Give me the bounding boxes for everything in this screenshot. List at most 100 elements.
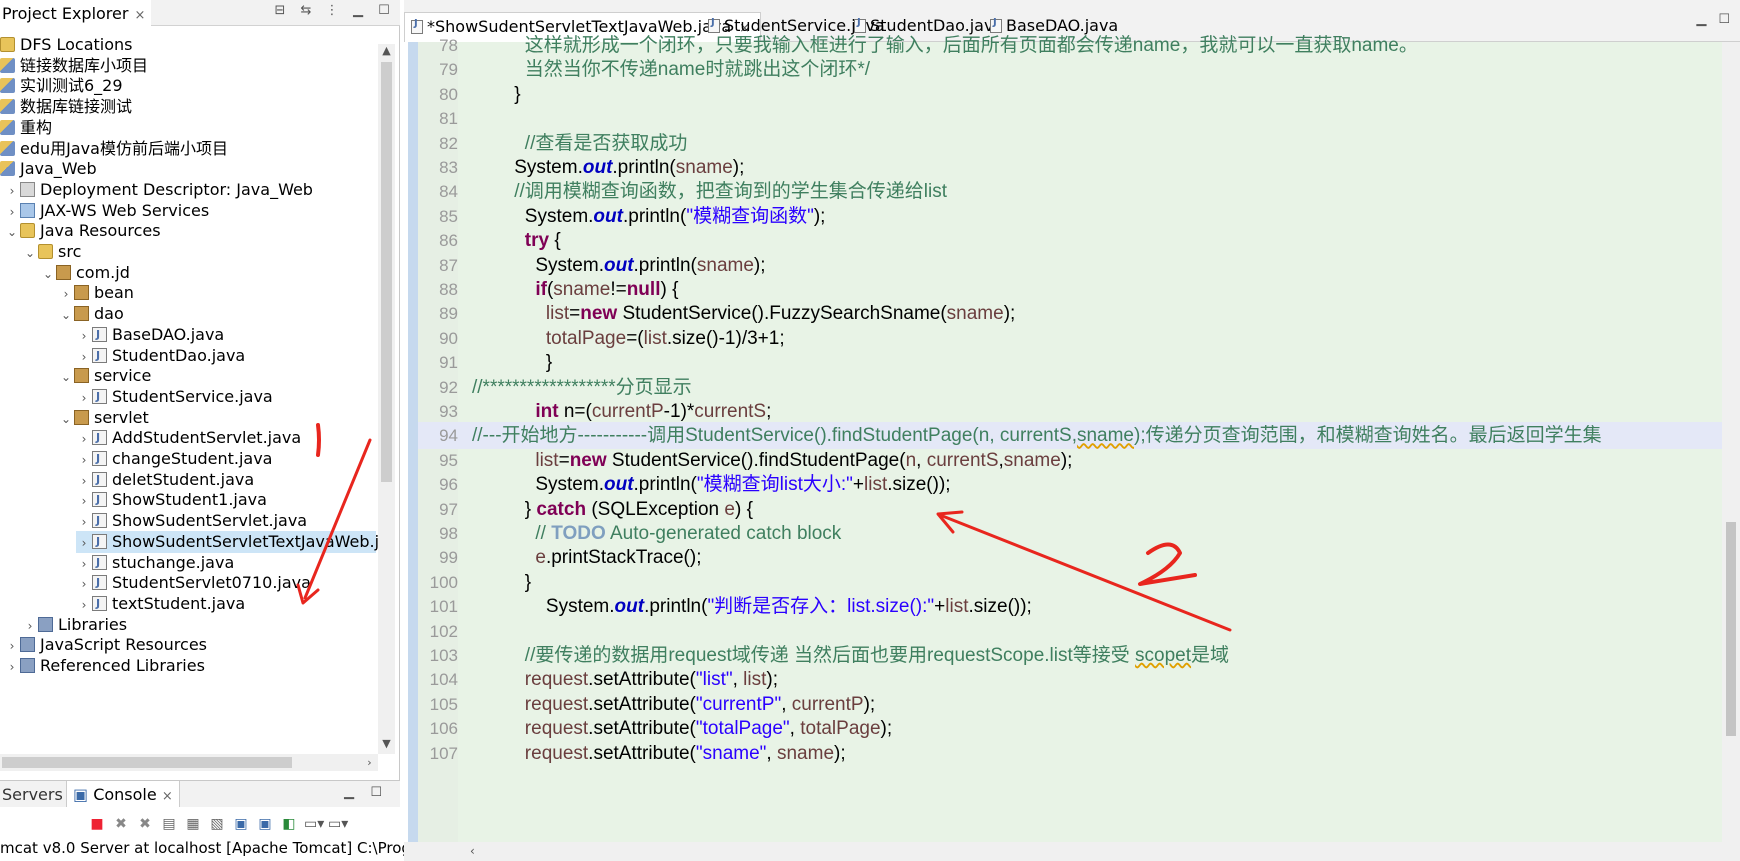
editor-vertical-scrollbar[interactable] <box>1722 42 1740 842</box>
code-line[interactable]: 100 } <box>418 569 1722 596</box>
chevron-right-icon[interactable]: › <box>76 553 92 575</box>
chevron-down-icon[interactable]: ⌄ <box>40 263 56 285</box>
code-line[interactable]: 102 <box>418 618 1722 645</box>
close-icon[interactable]: × <box>134 8 145 23</box>
code-line[interactable]: 93 int n=(currentP-1)*currentS; <box>418 398 1722 425</box>
tree-item[interactable]: edu用Java模仿前后端小项目 <box>0 138 378 160</box>
tree-item[interactable]: 链接数据库小项目 <box>0 55 378 77</box>
tree-item[interactable]: ⌄ servlet <box>58 407 378 429</box>
code-line[interactable]: 98 // TODO Auto-generated catch block <box>418 520 1722 547</box>
scroll-left-icon[interactable]: ‹ <box>470 842 475 861</box>
chevron-right-icon[interactable]: › <box>4 635 20 657</box>
tree-item[interactable]: 重构 <box>0 117 378 139</box>
chevron-right-icon[interactable]: › <box>76 346 92 368</box>
tree-item[interactable]: DFS Locations <box>0 34 378 56</box>
code-line[interactable]: 81 <box>418 105 1722 132</box>
chevron-right-icon[interactable]: › <box>76 511 92 533</box>
tree-item[interactable]: › JavaScript Resources <box>4 634 378 656</box>
terminate-icon[interactable]: ■ <box>88 815 106 833</box>
code-line[interactable]: 95 list=new StudentService().findStudent… <box>418 447 1722 474</box>
tree-item[interactable]: › ShowSudentServletTextJavaWeb.ja <box>76 530 378 554</box>
remove-launch-icon[interactable]: ✖ <box>112 815 130 833</box>
code-line[interactable]: 92 //******************分页显示 <box>418 374 1722 401</box>
chevron-right-icon[interactable]: › <box>76 594 92 616</box>
link-with-editor-icon[interactable]: ⇆ <box>298 3 314 19</box>
open-console-icon[interactable]: ▭▾ <box>328 815 348 833</box>
chevron-right-icon[interactable]: › <box>76 387 92 409</box>
code-line[interactable]: 87 System.out.println(sname); <box>418 252 1722 279</box>
tree-item[interactable]: › StudentService.java <box>76 386 378 408</box>
remove-all-icon[interactable]: ✖ <box>136 815 154 833</box>
code-area[interactable]: 78 这样就形成一个闭环，只要我输入框进行了输入，后面所有页面都会传递name，… <box>418 32 1722 842</box>
minimize-icon[interactable]: ▁ <box>350 3 366 19</box>
scroll-down-icon[interactable]: ▼ <box>378 737 395 754</box>
tree-item[interactable]: › stuchange.java <box>76 552 378 574</box>
maximize-icon[interactable]: ☐ <box>376 3 392 19</box>
chevron-right-icon[interactable]: › <box>76 532 92 554</box>
code-line[interactable]: 94 //---开始地方-----------调用StudentService()… <box>418 422 1722 450</box>
pin-console-icon[interactable]: ◧ <box>280 815 298 833</box>
tree-item[interactable]: 实训测试6_29 <box>0 75 378 97</box>
tree-item[interactable]: › bean <box>58 282 378 304</box>
tree-item[interactable]: Java_Web <box>0 158 378 180</box>
tab-console[interactable]: ▣ Console × <box>66 781 180 807</box>
chevron-right-icon[interactable]: › <box>22 615 38 637</box>
chevron-down-icon[interactable]: ⌄ <box>4 221 20 243</box>
code-line[interactable]: 80 } <box>418 81 1722 108</box>
scroll-thumb[interactable] <box>381 62 392 482</box>
tab-servers[interactable]: Servers <box>2 785 63 804</box>
clear-console-icon[interactable]: ▤ <box>160 815 178 833</box>
chevron-right-icon[interactable]: › <box>4 201 20 223</box>
tree-item[interactable]: › textStudent.java <box>76 593 378 615</box>
code-line[interactable]: 89 list=new StudentService().FuzzySearch… <box>418 300 1722 327</box>
chevron-right-icon[interactable]: › <box>76 573 92 595</box>
code-line[interactable]: 105 request.setAttribute("currentP", cur… <box>418 691 1722 718</box>
tree-item[interactable]: › ShowStudent1.java <box>76 489 378 511</box>
word-wrap-icon[interactable]: ▧ <box>208 815 226 833</box>
tree-item[interactable]: ⌄ service <box>58 365 378 387</box>
scroll-thumb[interactable] <box>1726 522 1736 736</box>
tab-project-explorer[interactable]: Project Explorer × <box>0 0 152 26</box>
tree-item[interactable]: ⌄ Java Resources <box>4 220 378 242</box>
tree-item[interactable]: › StudentServlet0710.java <box>76 572 378 594</box>
code-line[interactable]: 103 //要传递的数据用request域传递 当然后面也要用requestSc… <box>418 642 1722 669</box>
chevron-down-icon[interactable]: ⌄ <box>58 408 74 430</box>
tree-item[interactable]: ⌄ com.jd <box>40 262 378 284</box>
tree-vertical-scrollbar[interactable]: ▲ ▼ <box>378 44 395 754</box>
maximize-icon[interactable]: ☐ <box>370 785 382 800</box>
tree-item[interactable]: › JAX-WS Web Services <box>4 200 378 222</box>
scroll-right-icon[interactable]: › <box>361 754 378 771</box>
code-line[interactable]: 85 System.out.println("模糊查询函数"); <box>418 203 1722 230</box>
code-line[interactable]: 107 request.setAttribute("sname", sname)… <box>418 740 1722 767</box>
code-line[interactable]: 82 //查看是否获取成功 <box>418 130 1722 157</box>
scroll-up-icon[interactable]: ▲ <box>378 44 395 61</box>
tree-item[interactable]: › Referenced Libraries <box>4 655 378 677</box>
chevron-right-icon[interactable]: › <box>4 180 20 202</box>
chevron-right-icon[interactable]: › <box>58 283 74 305</box>
tree-item[interactable]: ⌄ src <box>22 241 378 263</box>
code-line[interactable]: 106 request.setAttribute("totalPage", to… <box>418 715 1722 742</box>
chevron-right-icon[interactable]: › <box>76 449 92 471</box>
code-line[interactable]: 104 request.setAttribute("list", list); <box>418 666 1722 693</box>
show-on-output-icon[interactable]: ▣ <box>232 815 250 833</box>
code-line[interactable]: 96 System.out.println("模糊查询list大小:"+list… <box>418 471 1722 498</box>
tree-item[interactable]: › AddStudentServlet.java <box>76 427 378 449</box>
show-on-error-icon[interactable]: ▣ <box>256 815 274 833</box>
code-line[interactable]: 101 System.out.println("判断是否存入：list.size… <box>418 593 1722 620</box>
chevron-down-icon[interactable]: ⌄ <box>58 304 74 326</box>
tree-item[interactable]: › changeStudent.java <box>76 448 378 470</box>
tree-item[interactable]: › deletStudent.java <box>76 469 378 491</box>
view-menu-icon[interactable]: ⋮ <box>324 3 340 19</box>
code-line[interactable]: 90 totalPage=(list.size()-1)/3+1; <box>418 325 1722 352</box>
chevron-down-icon[interactable]: ⌄ <box>58 366 74 388</box>
code-line[interactable]: 88 if(sname!=null) { <box>418 276 1722 303</box>
tree-item[interactable]: › Deployment Descriptor: Java_Web <box>4 179 378 201</box>
tree-item[interactable]: 数据库链接测试 <box>0 96 378 118</box>
chevron-right-icon[interactable]: › <box>4 656 20 678</box>
tree-item[interactable]: › StudentDao.java <box>76 345 378 367</box>
editor-horizontal-scrollbar[interactable]: ‹ <box>404 842 1740 861</box>
display-console-icon[interactable]: ▭▾ <box>304 815 324 833</box>
code-line[interactable]: 99 e.printStackTrace(); <box>418 544 1722 571</box>
collapse-all-icon[interactable]: ⊟ <box>272 3 288 19</box>
chevron-right-icon[interactable]: › <box>76 428 92 450</box>
